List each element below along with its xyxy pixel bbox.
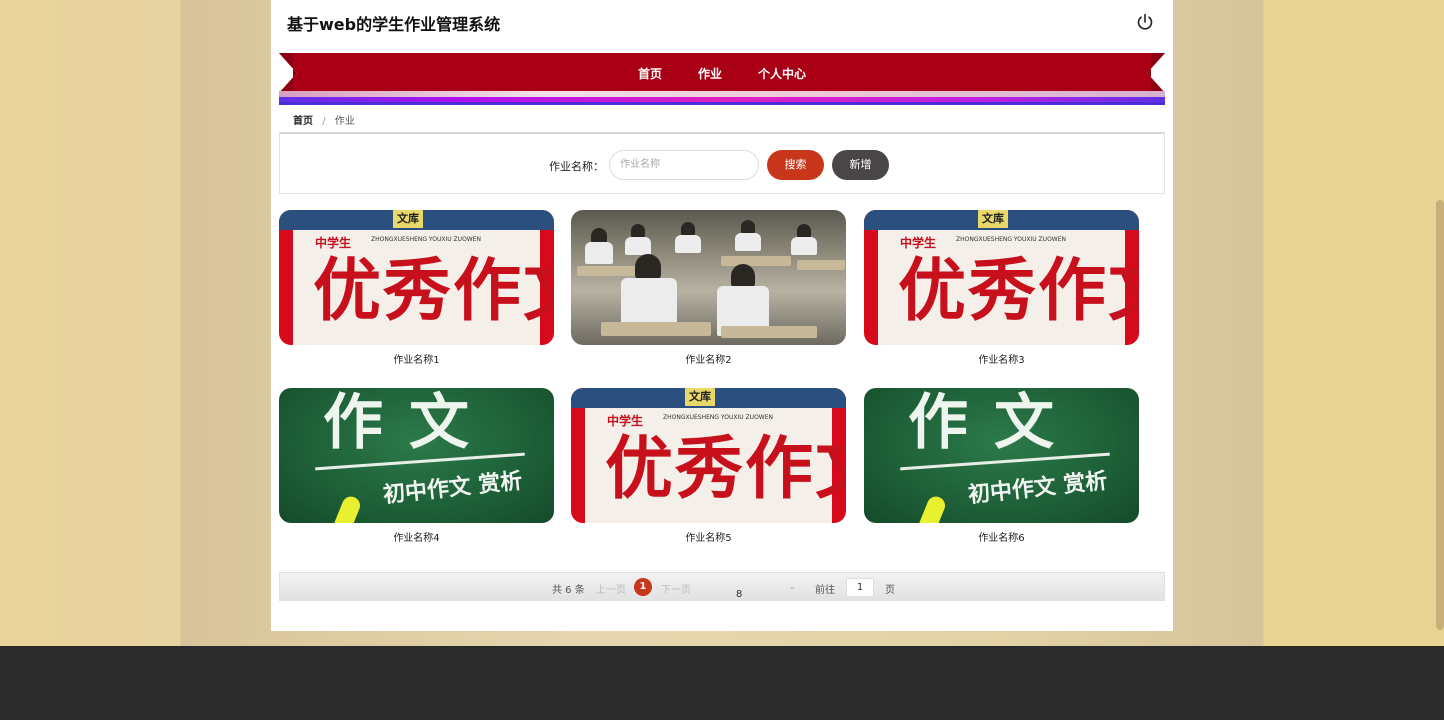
- search-button[interactable]: 搜索: [767, 150, 824, 180]
- power-icon[interactable]: [1135, 12, 1155, 32]
- book-title-small: 中学生: [607, 414, 644, 428]
- pagination-unit-label: 页: [885, 585, 895, 596]
- book-title-big: 优秀作文: [313, 252, 554, 331]
- add-button[interactable]: 新增: [832, 150, 889, 180]
- chalkboard-subtitle: 初中作文 赏析: [967, 468, 1109, 509]
- search-input[interactable]: 作业名称: [609, 150, 759, 180]
- search-panel: 作业名称： 作业名称 搜索 新增: [279, 132, 1165, 194]
- breadcrumb-home[interactable]: 首页: [293, 116, 313, 127]
- homework-thumbnail[interactable]: 文库 中学生 ZHONGXUESHENG YOUXIU ZUOWEN 优秀作文: [864, 210, 1139, 345]
- book-logo: 文库: [685, 388, 715, 406]
- chevron-down-icon: ⌄: [788, 582, 796, 592]
- taskbar-area: [0, 646, 1444, 720]
- nav-ribbon: 首页 作业 个人中心: [279, 53, 1165, 93]
- homework-card[interactable]: 文库 中学生 ZHONGXUESHENG YOUXIU ZUOWEN 优秀作文 …: [279, 210, 554, 366]
- nav-profile[interactable]: 个人中心: [756, 65, 808, 82]
- homework-thumbnail[interactable]: 作文 初中作文 赏析: [279, 388, 554, 523]
- pagination-jump-input[interactable]: 1: [846, 578, 874, 597]
- homework-card[interactable]: 作文 初中作文 赏析 作业名称4: [279, 388, 554, 544]
- pagination-current-page[interactable]: 1: [634, 578, 652, 596]
- homework-card[interactable]: 作业名称2: [571, 210, 846, 366]
- main-card: 基于web的学生作业管理系统 首页 作业 个人中心 首页 / 作业 作业名称： …: [271, 0, 1173, 631]
- book-subtitle: ZHONGXUESHENG YOUXIU ZUOWEN: [371, 236, 481, 243]
- homework-thumbnail[interactable]: [571, 210, 846, 345]
- app-title: 基于web的学生作业管理系统: [287, 15, 501, 34]
- chalkboard-title: 作文: [323, 388, 495, 458]
- breadcrumb-separator: /: [322, 116, 326, 127]
- top-bar: 基于web的学生作业管理系统: [271, 0, 1173, 45]
- pagination-total: 共 6 条: [552, 585, 585, 596]
- nav-home[interactable]: 首页: [636, 65, 664, 82]
- book-title-small: 中学生: [315, 236, 352, 250]
- chalkboard-subtitle: 初中作文 赏析: [382, 468, 524, 509]
- homework-caption[interactable]: 作业名称3: [864, 351, 1139, 366]
- homework-thumbnail[interactable]: 文库 中学生 ZHONGXUESHENG YOUXIU ZUOWEN 优秀作文: [279, 210, 554, 345]
- homework-caption[interactable]: 作业名称6: [864, 529, 1139, 544]
- breadcrumb: 首页 / 作业: [293, 112, 355, 127]
- book-title-small: 中学生: [900, 236, 937, 250]
- page-size-select[interactable]: 8 ⌄: [718, 577, 800, 600]
- breadcrumb-current: 作业: [334, 116, 355, 127]
- homework-caption[interactable]: 作业名称2: [571, 351, 846, 366]
- decor-stripe: [279, 91, 1165, 105]
- nav-homework[interactable]: 作业: [696, 65, 724, 82]
- homework-thumbnail[interactable]: 文库 中学生 ZHONGXUESHENG YOUXIU ZUOWEN 优秀作文: [571, 388, 846, 523]
- pagination: 共 6 条 上一页 1 下一页 8 ⌄ 前往 1 页: [279, 572, 1165, 601]
- homework-card[interactable]: 文库 中学生 ZHONGXUESHENG YOUXIU ZUOWEN 优秀作文 …: [864, 210, 1139, 366]
- homework-card[interactable]: 作文 初中作文 赏析 作业名称6: [864, 388, 1139, 544]
- homework-caption[interactable]: 作业名称4: [279, 529, 554, 544]
- book-title-big: 优秀作文: [898, 252, 1139, 331]
- chalkboard-title: 作文: [908, 388, 1080, 458]
- book-logo: 文库: [393, 210, 423, 228]
- search-label: 作业名称：: [549, 160, 604, 173]
- homework-caption[interactable]: 作业名称1: [279, 351, 554, 366]
- pagination-prev[interactable]: 上一页: [596, 581, 626, 596]
- book-title-big: 优秀作文: [605, 430, 846, 509]
- homework-thumbnail[interactable]: 作文 初中作文 赏析: [864, 388, 1139, 523]
- homework-card[interactable]: 文库 中学生 ZHONGXUESHENG YOUXIU ZUOWEN 优秀作文 …: [571, 388, 846, 544]
- book-subtitle: ZHONGXUESHENG YOUXIU ZUOWEN: [663, 414, 773, 421]
- book-subtitle: ZHONGXUESHENG YOUXIU ZUOWEN: [956, 236, 1066, 243]
- page-scrollbar[interactable]: [1436, 200, 1444, 630]
- page-size-value: 8: [736, 589, 743, 600]
- main-nav: 首页 作业 个人中心: [279, 53, 1165, 93]
- pagination-next[interactable]: 下一页: [661, 581, 691, 596]
- homework-caption[interactable]: 作业名称5: [571, 529, 846, 544]
- pagination-goto-label: 前往: [815, 585, 835, 596]
- book-logo: 文库: [978, 210, 1008, 228]
